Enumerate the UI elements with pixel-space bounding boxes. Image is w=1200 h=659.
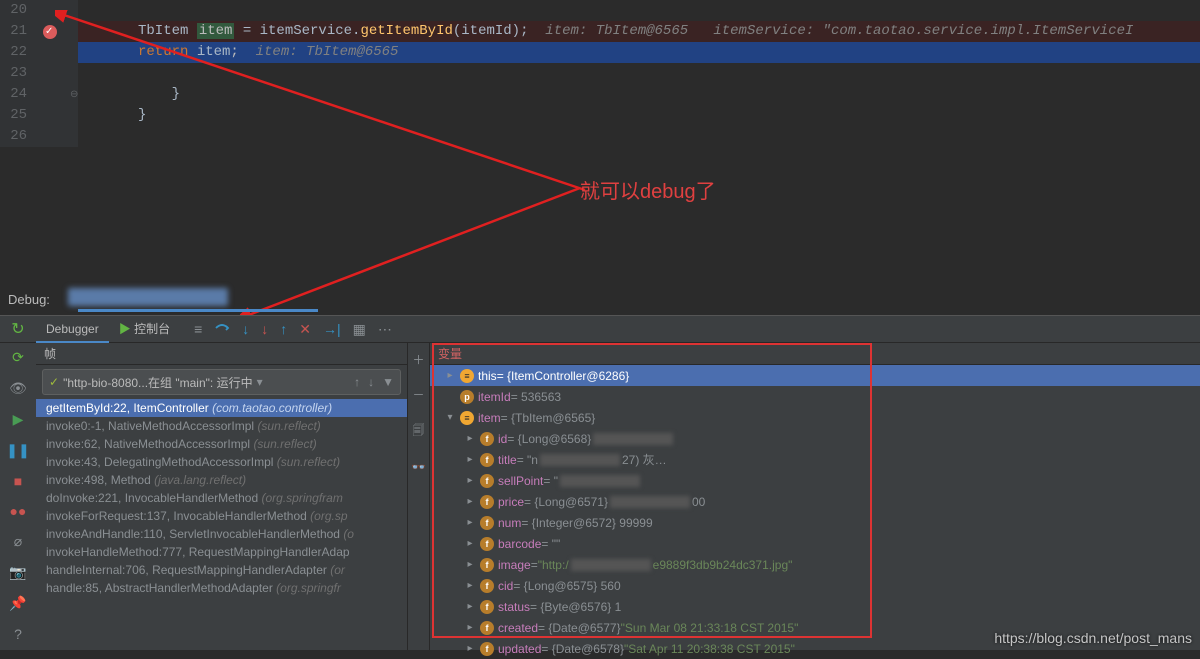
rerun-action-icon[interactable]: ⟳ — [12, 349, 24, 366]
thread-selector[interactable]: ✓ "http-bio-8080...在组 "main": 运行中 ▾ ↑ ↓ … — [42, 369, 401, 395]
thread-name: "http-bio-8080...在组 "main": 运行中 — [63, 374, 253, 391]
field-badge-icon: f — [480, 642, 494, 656]
stack-frame[interactable]: getItemById:22, ItemController (com.taot… — [36, 399, 407, 417]
thread-filter-icon[interactable]: ▼ — [382, 375, 394, 389]
step-over-icon[interactable] — [214, 320, 230, 339]
add-watch-icon[interactable]: ＋ — [412, 351, 424, 368]
stack-frame[interactable]: invokeAndHandle:110, ServletInvocableHan… — [36, 525, 407, 543]
run-to-cursor-icon[interactable]: →| — [323, 321, 341, 337]
pause-icon[interactable]: ❚❚ — [6, 442, 29, 459]
field-badge-icon: f — [480, 432, 494, 446]
resume-icon[interactable]: 👁 — [9, 380, 27, 397]
settings-gear-icon[interactable]: 📷 — [9, 564, 26, 581]
stack-frame[interactable]: invoke:498, Method (java.lang.reflect) — [36, 471, 407, 489]
variable-row[interactable]: fid = {Long@6568} — [430, 428, 1200, 449]
stack-frame[interactable]: invoke:62, NativeMethodAccessorImpl (sun… — [36, 435, 407, 453]
breakpoint-icon[interactable] — [43, 25, 57, 39]
variable-row[interactable]: fprice = {Long@6571} 00 — [430, 491, 1200, 512]
view-breakpoints-icon[interactable]: ●● — [10, 503, 27, 519]
field-badge-icon: ≡ — [460, 411, 474, 425]
variable-row[interactable]: ≡item = {TbItem@6565} — [430, 407, 1200, 428]
force-step-into-icon[interactable]: ↓ — [261, 321, 268, 337]
field-badge-icon: f — [480, 516, 494, 530]
variable-row[interactable]: fcid = {Long@6575} 560 — [430, 575, 1200, 596]
stack-frame[interactable]: invokeHandleMethod:777, RequestMappingHa… — [36, 543, 407, 561]
stack-frame[interactable]: doInvoke:221, InvocableHandlerMethod (or… — [36, 489, 407, 507]
field-badge-icon: f — [480, 600, 494, 614]
mid-rail: ＋ － 🗐 👓 — [408, 343, 430, 650]
field-badge-icon: p — [460, 390, 474, 404]
code-line[interactable]: 26 — [0, 126, 1200, 147]
field-badge-icon: ≡ — [460, 369, 474, 383]
variables-panel: 变量 ≡this = {ItemController@6286}pitemId … — [430, 343, 1200, 650]
stack-frame[interactable]: invokeForRequest:137, InvocableHandlerMe… — [36, 507, 407, 525]
variable-row[interactable]: fimage = "http:/e9889f3db9b24dc371.jpg" — [430, 554, 1200, 575]
left-action-rail: ⟳ 👁 ▶ ❚❚ ■ ●● ⌀ 📷 📌 ? — [0, 343, 36, 650]
drop-frame-icon[interactable]: ✕ — [299, 321, 311, 338]
code-line[interactable]: 20 — [0, 0, 1200, 21]
tab-console[interactable]: ▶ 控制台 — [109, 315, 180, 343]
help-icon[interactable]: ? — [14, 626, 22, 642]
variable-row[interactable]: fstatus = {Byte@6576} 1 — [430, 596, 1200, 617]
mute-breakpoints-icon[interactable]: ⌀ — [14, 533, 22, 550]
watermark: https://blog.csdn.net/post_mans — [994, 630, 1192, 646]
debug-config-name — [68, 288, 228, 306]
debug-panels: ⟳ 👁 ▶ ❚❚ ■ ●● ⌀ 📷 📌 ? 帧 ✓ "http-bio-8080… — [0, 343, 1200, 650]
field-badge-icon: f — [480, 558, 494, 572]
check-icon: ✓ — [49, 375, 59, 389]
stack-frame[interactable]: invoke:43, DelegatingMethodAccessorImpl … — [36, 453, 407, 471]
thread-prev-icon[interactable]: ↑ — [354, 375, 360, 389]
tab-debugger[interactable]: Debugger — [36, 315, 109, 343]
field-badge-icon: f — [480, 579, 494, 593]
variable-row[interactable]: fsellPoint = " — [430, 470, 1200, 491]
stop-icon[interactable]: ■ — [14, 473, 22, 489]
variable-row[interactable]: pitemId = 536563 — [430, 386, 1200, 407]
code-editor[interactable]: 2021TbItem item = itemService.getItemByI… — [0, 0, 1200, 290]
dropdown-icon: ▾ — [257, 375, 263, 389]
frames-header: 帧 — [36, 343, 407, 365]
variable-row[interactable]: ftitle = "n27) 灰… — [430, 449, 1200, 470]
rerun-icon[interactable]: ↻ — [0, 319, 36, 339]
stack-frame[interactable]: handleInternal:706, RequestMappingHandle… — [36, 561, 407, 579]
variable-row[interactable]: ≡this = {ItemController@6286} — [430, 365, 1200, 386]
more-icon[interactable]: ⋯ — [378, 321, 392, 338]
field-badge-icon: f — [480, 474, 494, 488]
field-badge-icon: f — [480, 495, 494, 509]
frames-panel: 帧 ✓ "http-bio-8080...在组 "main": 运行中 ▾ ↑ … — [36, 343, 408, 650]
variable-row[interactable]: fbarcode = "" — [430, 533, 1200, 554]
stack-frame[interactable]: handle:85, AbstractHandlerMethodAdapter … — [36, 579, 407, 597]
code-line[interactable]: 24⊖ } — [0, 84, 1200, 105]
evaluate-icon[interactable]: ▦ — [353, 321, 366, 338]
field-badge-icon: f — [480, 453, 494, 467]
remove-watch-icon[interactable]: － — [412, 386, 424, 403]
thread-next-icon[interactable]: ↓ — [368, 375, 374, 389]
field-badge-icon: f — [480, 621, 494, 635]
variables-header: 变量 — [430, 343, 1200, 365]
code-line[interactable]: 25} — [0, 105, 1200, 126]
step-out-icon[interactable]: ↑ — [280, 321, 287, 337]
variable-row[interactable]: fnum = {Integer@6572} 99999 — [430, 512, 1200, 533]
field-badge-icon: f — [480, 537, 494, 551]
code-line[interactable]: 22return item; item: TbItem@6565 — [0, 42, 1200, 63]
debug-label: Debug: — [8, 292, 50, 307]
stack-frame[interactable]: invoke0:-1, NativeMethodAccessorImpl (su… — [36, 417, 407, 435]
debug-toolbar: ↻ Debugger ▶ 控制台 ≡ ↓ ↓ ↑ ✕ →| ▦ ⋯ — [0, 315, 1200, 343]
resume-program-icon[interactable]: ▶ — [13, 411, 24, 428]
glasses-icon[interactable]: 👓 — [411, 460, 426, 474]
debug-underline — [78, 309, 318, 312]
code-line[interactable]: 23 — [0, 63, 1200, 84]
pin-icon[interactable]: 📌 — [9, 595, 26, 612]
threads-icon[interactable]: ≡ — [194, 321, 202, 337]
step-into-icon[interactable]: ↓ — [242, 321, 249, 337]
annotation-text: 就可以debug了 — [580, 175, 716, 204]
duplicate-watch-icon[interactable]: 🗐 — [413, 421, 425, 442]
code-line[interactable]: 21TbItem item = itemService.getItemById(… — [0, 21, 1200, 42]
